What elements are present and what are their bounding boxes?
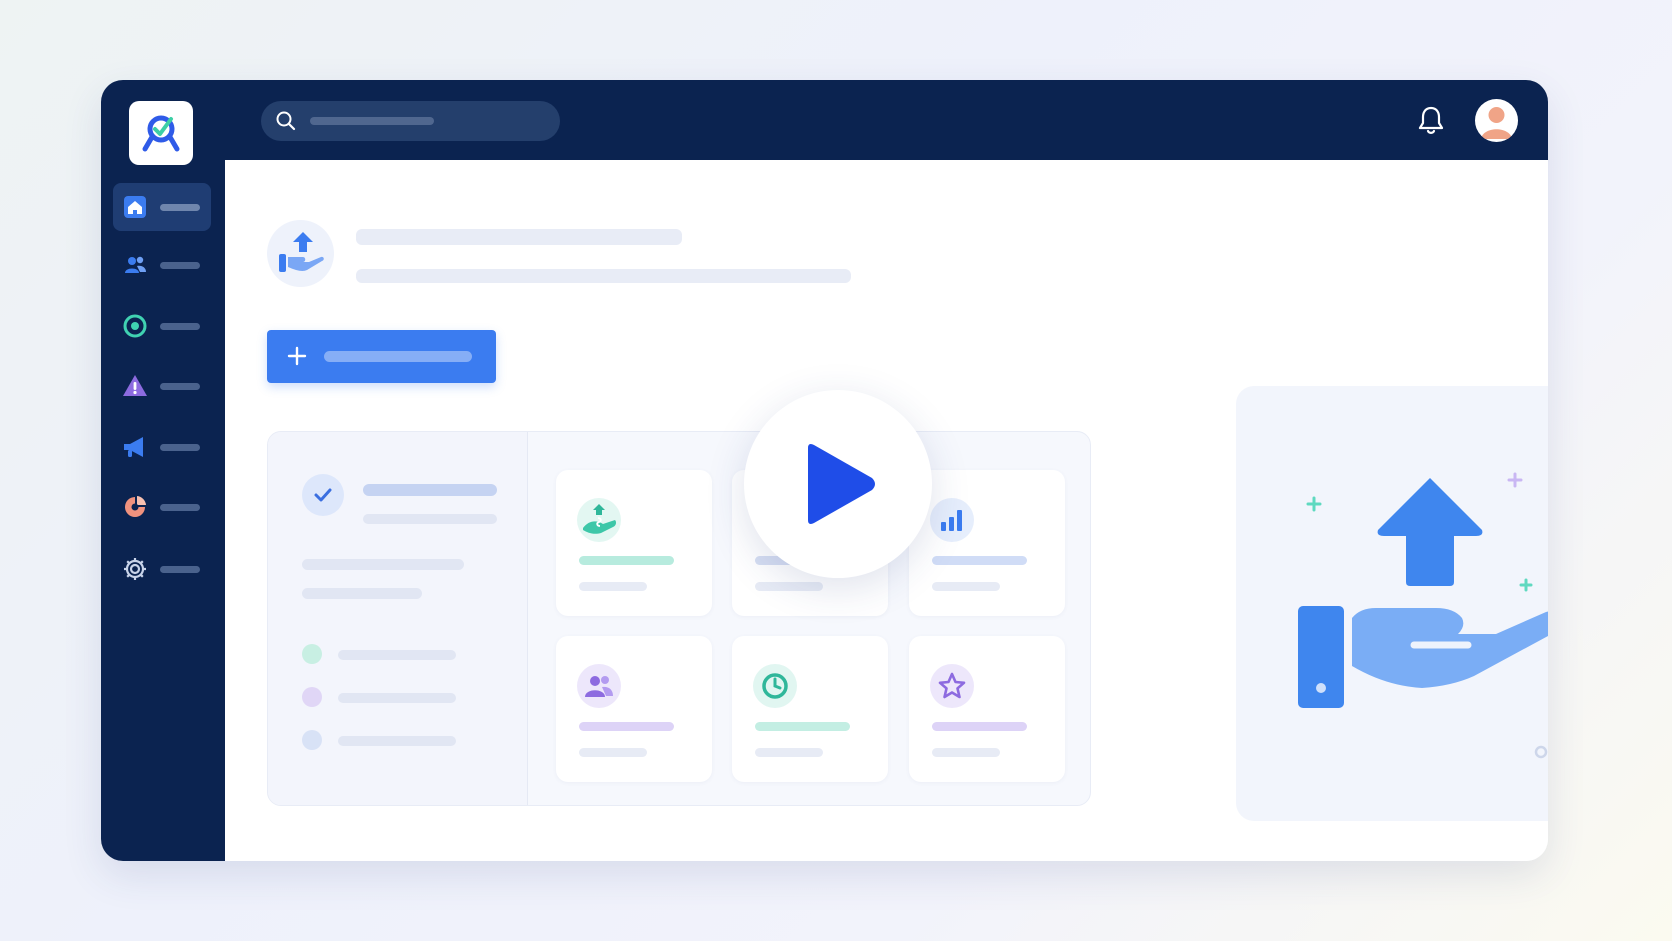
summary-line (302, 588, 422, 599)
play-video-button[interactable] (744, 390, 932, 578)
sidebar-item-targets[interactable] (113, 302, 211, 350)
sidebar-item-label (160, 323, 200, 330)
card-subtitle (579, 582, 647, 591)
sidebar-item-alerts[interactable] (113, 362, 211, 410)
add-button-label (324, 351, 472, 362)
card-schedule[interactable] (732, 636, 888, 782)
search-icon (276, 111, 296, 131)
sidebar (101, 80, 225, 861)
card-favorites[interactable] (909, 636, 1065, 782)
card-analytics[interactable] (909, 470, 1065, 616)
sidebar-item-label (160, 504, 200, 511)
list-dot-teal (302, 644, 322, 664)
summary-subtitle (363, 514, 497, 524)
list-item (338, 736, 456, 746)
users-icon (577, 664, 621, 708)
card-title (579, 556, 674, 565)
sidebar-item-label (160, 383, 200, 390)
card-subtitle (755, 748, 823, 757)
list-dot-purple (302, 687, 322, 707)
user-avatar[interactable] (1475, 99, 1518, 142)
home-icon (124, 196, 146, 218)
summary-line (302, 559, 464, 570)
card-subtitle (932, 748, 1000, 757)
list-item (338, 650, 456, 660)
sidebar-item-label (160, 262, 200, 269)
check-icon[interactable] (302, 474, 344, 516)
card-team[interactable] (556, 636, 712, 782)
sidebar-item-reports[interactable] (113, 483, 211, 531)
card-finance[interactable] (556, 470, 712, 616)
users-icon (125, 256, 146, 273)
search-input[interactable] (309, 109, 539, 133)
list-dot-blue (302, 730, 322, 750)
play-icon (808, 444, 875, 524)
plus-icon (287, 346, 307, 366)
card-title (932, 556, 1027, 565)
summary-title (363, 484, 497, 496)
card-subtitle (932, 582, 1000, 591)
sidebar-item-label (160, 566, 200, 573)
clock-icon (753, 664, 797, 708)
sidebar-item-label (160, 204, 200, 211)
content-panel (267, 431, 1091, 806)
hand-upload-icon (267, 220, 334, 287)
sidebar-item-label (160, 444, 200, 451)
page-title (356, 229, 682, 245)
logo-icon (142, 115, 180, 152)
page-subtitle (356, 269, 851, 283)
card-title (755, 722, 850, 731)
app-logo[interactable] (129, 101, 193, 165)
hand-upload-illustration (1236, 386, 1548, 821)
warning-icon (123, 375, 147, 396)
target-icon (123, 314, 147, 338)
card-subtitle (755, 582, 823, 591)
sidebar-item-home[interactable] (113, 183, 211, 231)
search-bar[interactable] (261, 101, 560, 141)
add-new-button[interactable] (267, 330, 496, 383)
gear-icon (124, 558, 146, 580)
sidebar-item-users[interactable] (113, 241, 211, 289)
bar-chart-icon (930, 498, 974, 542)
hand-money-icon (577, 498, 621, 542)
top-bar (225, 80, 1548, 160)
card-title (579, 722, 674, 731)
megaphone-icon (124, 437, 143, 457)
card-title (932, 722, 1027, 731)
bell-icon[interactable] (1414, 103, 1448, 137)
pie-chart-icon (125, 496, 146, 517)
avatar-icon (1481, 107, 1512, 139)
summary-panel (268, 432, 528, 805)
list-item (338, 693, 456, 703)
card-subtitle (579, 748, 647, 757)
sidebar-item-campaigns[interactable] (113, 423, 211, 471)
sidebar-item-settings[interactable] (113, 545, 211, 593)
star-icon (930, 664, 974, 708)
